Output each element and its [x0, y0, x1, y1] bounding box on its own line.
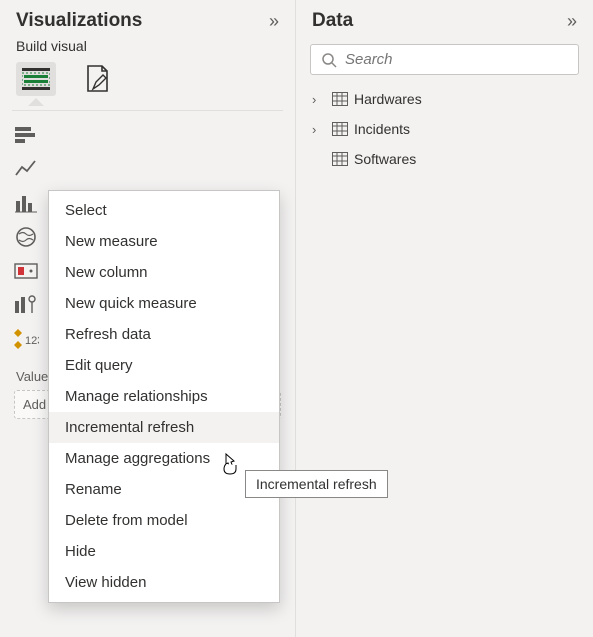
gauge-icon[interactable] — [12, 257, 40, 285]
menu-item-edit-query[interactable]: Edit query — [49, 350, 279, 381]
menu-item-manage-relationships[interactable]: Manage relationships — [49, 381, 279, 412]
table-icon — [332, 152, 348, 166]
build-visual-tab[interactable] — [16, 62, 56, 96]
menu-item-hide[interactable]: Hide — [49, 536, 279, 567]
menu-item-select[interactable]: Select — [49, 195, 279, 226]
viz-header: Visualizations » — [0, 0, 295, 38]
table-icon — [332, 92, 348, 106]
menu-item-new-column[interactable]: New column — [49, 257, 279, 288]
tables-list: › Hardwares › Incidents › Softwares — [296, 85, 593, 173]
table-context-menu: Select New measure New column New quick … — [48, 190, 280, 603]
viz-title: Visualizations — [16, 10, 142, 32]
map-icon[interactable] — [12, 223, 40, 251]
table-name: Softwares — [354, 151, 416, 167]
data-pane: Data » › Hardwares › Incidents › Softwar… — [295, 0, 593, 637]
build-tabs — [0, 62, 295, 98]
tooltip: Incremental refresh — [245, 470, 388, 498]
menu-item-refresh-data[interactable]: Refresh data — [49, 319, 279, 350]
chevron-right-icon[interactable]: › — [312, 92, 326, 107]
chevron-right-icon[interactable]: › — [312, 122, 326, 137]
format-page-icon — [85, 65, 111, 93]
fields-icon — [22, 68, 50, 90]
clustered-column-chart-icon[interactable] — [12, 189, 40, 217]
menu-item-new-quick-measure[interactable]: New quick measure — [49, 288, 279, 319]
data-header: Data » — [296, 0, 593, 38]
stacked-bar-chart-icon[interactable] — [12, 121, 40, 149]
line-chart-icon[interactable] — [12, 155, 40, 183]
table-name: Incidents — [354, 121, 410, 137]
collapse-viz-chevron-icon[interactable]: » — [269, 11, 279, 32]
table-name: Hardwares — [354, 91, 422, 107]
menu-item-incremental-refresh[interactable]: Incremental refresh — [49, 412, 279, 443]
menu-item-view-hidden[interactable]: View hidden — [49, 567, 279, 598]
search-box[interactable] — [310, 44, 579, 75]
table-row[interactable]: › Softwares — [304, 145, 585, 173]
search-icon — [321, 52, 337, 68]
svg-text:123: 123 — [25, 335, 39, 347]
collapse-data-chevron-icon[interactable]: » — [567, 11, 577, 32]
table-row[interactable]: › Incidents — [304, 115, 585, 143]
table-row[interactable]: › Hardwares — [304, 85, 585, 113]
table-icon — [332, 122, 348, 136]
data-title: Data — [312, 10, 353, 32]
menu-item-new-measure[interactable]: New measure — [49, 226, 279, 257]
key-influencers-icon[interactable]: 123 — [12, 325, 40, 353]
kpi-icon[interactable] — [12, 291, 40, 319]
menu-item-delete-from-model[interactable]: Delete from model — [49, 505, 279, 536]
format-visual-tab[interactable] — [78, 62, 118, 96]
search-input[interactable] — [345, 51, 568, 68]
build-visual-label: Build visual — [0, 38, 295, 62]
